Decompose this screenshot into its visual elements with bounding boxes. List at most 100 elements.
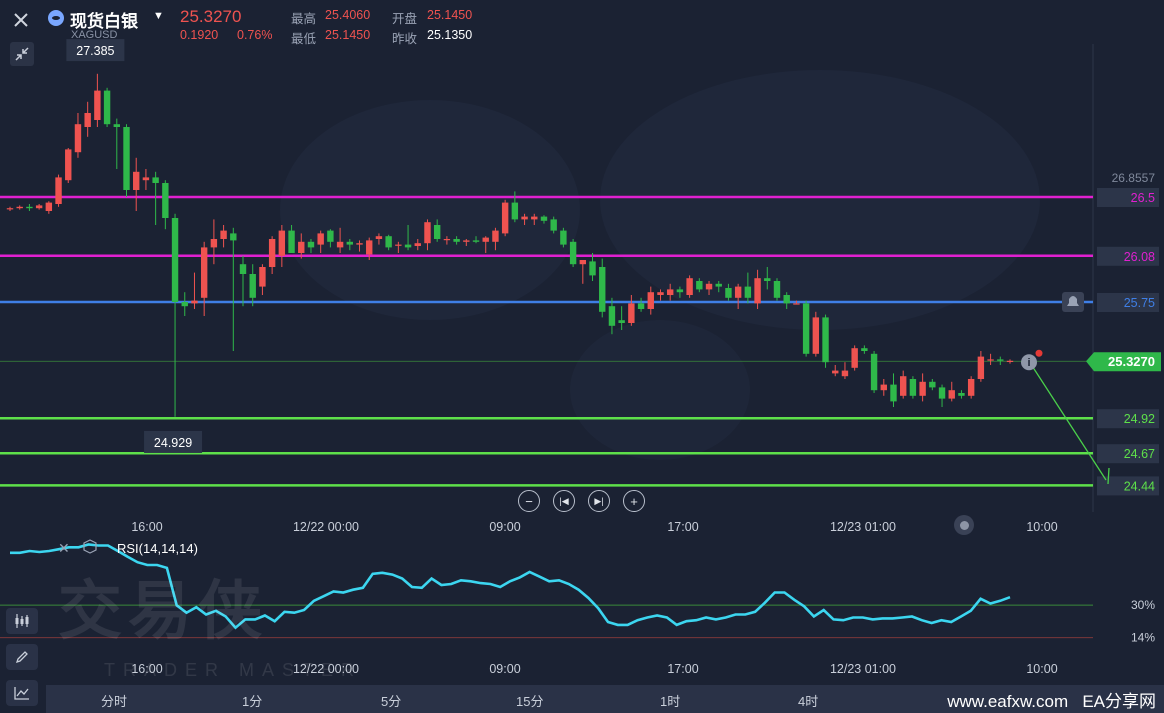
- candle-body[interactable]: [55, 177, 62, 204]
- candle-body[interactable]: [686, 278, 693, 295]
- candle-body[interactable]: [35, 205, 43, 209]
- candle-body[interactable]: [560, 230, 567, 245]
- candle-body[interactable]: [764, 278, 771, 281]
- candle-body[interactable]: [958, 393, 965, 396]
- jump-start-button[interactable]: |◀: [553, 490, 575, 512]
- candle-body[interactable]: [336, 241, 344, 248]
- candles-tool-button[interactable]: [6, 608, 38, 634]
- candle-body[interactable]: [1006, 360, 1014, 362]
- candle-body[interactable]: [307, 241, 315, 248]
- candle-body[interactable]: [841, 370, 849, 377]
- candle-body[interactable]: [822, 317, 829, 363]
- candle-body[interactable]: [26, 206, 33, 209]
- candle-body[interactable]: [851, 348, 858, 368]
- candle-body[interactable]: [249, 274, 256, 298]
- candle-body[interactable]: [94, 90, 101, 120]
- pencil-tool-button[interactable]: [6, 644, 38, 670]
- candle-body[interactable]: [65, 149, 72, 181]
- candle-body[interactable]: [521, 216, 528, 220]
- candle-body[interactable]: [230, 233, 237, 241]
- candle-body[interactable]: [754, 278, 761, 304]
- candle-body[interactable]: [191, 300, 198, 304]
- candle-body[interactable]: [637, 303, 645, 309]
- candle-body[interactable]: [589, 261, 596, 276]
- tf-1h[interactable]: 1时: [660, 691, 680, 710]
- candle-body[interactable]: [327, 230, 334, 242]
- jump-end-button[interactable]: ▶|: [588, 490, 610, 512]
- candle-body[interactable]: [424, 222, 431, 244]
- candle-body[interactable]: [133, 171, 140, 190]
- candle-body[interactable]: [812, 317, 820, 354]
- candle-body[interactable]: [239, 264, 247, 274]
- candle-body[interactable]: [647, 292, 654, 309]
- candle-body[interactable]: [569, 241, 577, 265]
- candle-body[interactable]: [317, 233, 324, 245]
- candle-body[interactable]: [113, 124, 120, 127]
- candle-body[interactable]: [482, 237, 489, 242]
- candle-body[interactable]: [793, 303, 800, 305]
- record-button[interactable]: [954, 515, 974, 535]
- candle-body[interactable]: [171, 218, 179, 302]
- tf-15m[interactable]: 15分: [516, 691, 543, 710]
- candle-body[interactable]: [278, 230, 286, 256]
- candle-body[interactable]: [288, 230, 295, 253]
- candle-body[interactable]: [540, 216, 548, 221]
- candle-body[interactable]: [802, 303, 810, 354]
- tf-minute-line[interactable]: 分时: [101, 691, 127, 710]
- candle-body[interactable]: [84, 113, 91, 127]
- candle-body[interactable]: [900, 376, 907, 396]
- candle-body[interactable]: [103, 90, 111, 125]
- candle-body[interactable]: [152, 177, 159, 183]
- candle-body[interactable]: [142, 177, 150, 181]
- candle-body[interactable]: [880, 384, 887, 391]
- candle-body[interactable]: [967, 379, 975, 396]
- candle-body[interactable]: [366, 240, 373, 255]
- candle-body[interactable]: [385, 236, 392, 248]
- candle-body[interactable]: [501, 202, 509, 234]
- candle-body[interactable]: [375, 236, 383, 239]
- candle-body[interactable]: [657, 292, 664, 295]
- candle-body[interactable]: [870, 353, 878, 391]
- candle-body[interactable]: [492, 230, 499, 242]
- tf-5m[interactable]: 5分: [381, 691, 401, 710]
- candle-body[interactable]: [346, 241, 354, 245]
- candle-body[interactable]: [997, 359, 1004, 361]
- candle-body[interactable]: [628, 303, 635, 323]
- candle-body[interactable]: [725, 288, 732, 298]
- candle-body[interactable]: [162, 183, 169, 218]
- candle-body[interactable]: [696, 281, 703, 290]
- candle-body[interactable]: [443, 239, 451, 241]
- candle-body[interactable]: [773, 281, 781, 298]
- candle-body[interactable]: [919, 381, 926, 396]
- candle-body[interactable]: [268, 239, 276, 267]
- candle-body[interactable]: [511, 202, 519, 220]
- candle-body[interactable]: [259, 267, 266, 287]
- close-button[interactable]: [9, 8, 33, 32]
- candle-body[interactable]: [74, 124, 82, 153]
- candle-body[interactable]: [579, 260, 587, 265]
- candle-body[interactable]: [463, 240, 470, 242]
- candle-body[interactable]: [599, 267, 606, 312]
- candle-body[interactable]: [987, 359, 994, 361]
- candle-body[interactable]: [356, 243, 363, 245]
- candle-body[interactable]: [210, 239, 218, 248]
- candle-body[interactable]: [16, 206, 23, 209]
- rsi-close-icon[interactable]: ✕: [58, 540, 70, 556]
- chevron-down-icon[interactable]: ▼: [153, 10, 164, 22]
- candle-body[interactable]: [783, 295, 790, 304]
- candle-body[interactable]: [734, 286, 742, 298]
- candle-body[interactable]: [298, 241, 305, 253]
- tf-4h[interactable]: 4时: [798, 691, 818, 710]
- zoom-out-button[interactable]: −: [518, 490, 540, 512]
- candle-body[interactable]: [618, 320, 625, 323]
- candle-body[interactable]: [705, 283, 713, 290]
- candle-body[interactable]: [909, 379, 917, 396]
- candle-body[interactable]: [676, 289, 684, 293]
- candle-body[interactable]: [550, 219, 557, 231]
- indicator-tool-button[interactable]: [6, 680, 38, 706]
- candle-body[interactable]: [832, 370, 839, 374]
- candle-body[interactable]: [472, 240, 480, 242]
- candle-body[interactable]: [531, 216, 538, 220]
- candle-body[interactable]: [404, 244, 412, 248]
- candle-body[interactable]: [938, 387, 946, 399]
